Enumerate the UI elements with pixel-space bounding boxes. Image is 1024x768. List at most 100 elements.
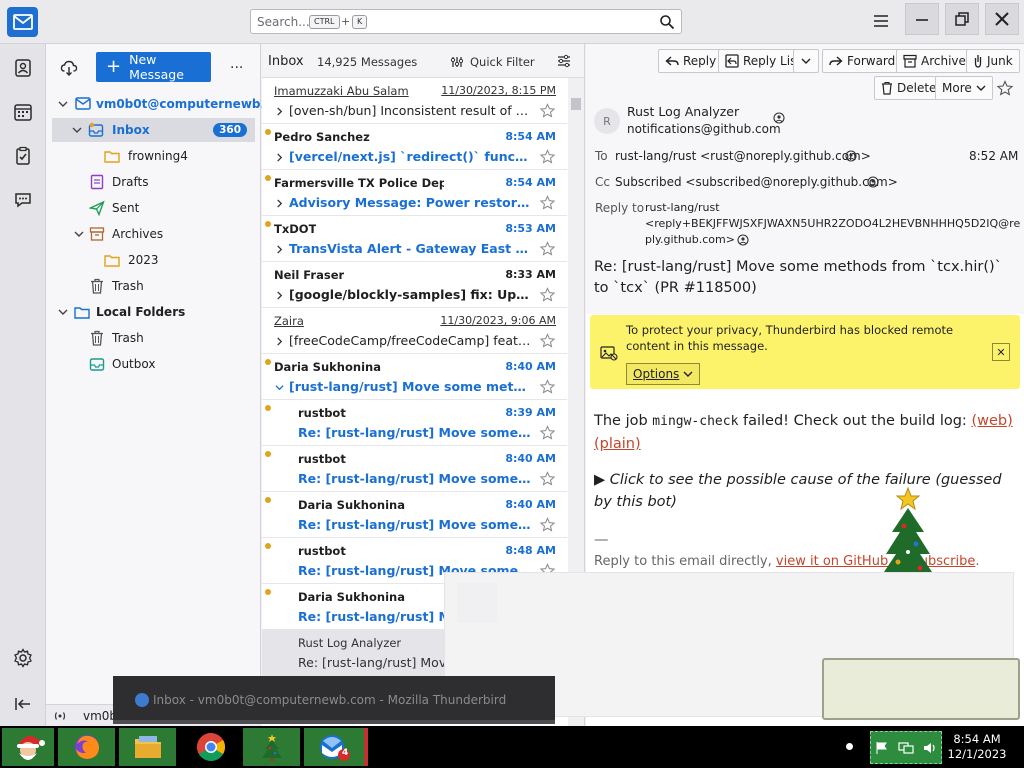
thunderbird-taskbar-button[interactable]: 4: [304, 728, 368, 766]
chrome-taskbar-button[interactable]: [182, 728, 239, 766]
start-button[interactable]: [2, 728, 54, 766]
contact-icon[interactable]: [737, 234, 749, 246]
build-log-web-link[interactable]: (web): [971, 413, 1012, 429]
settings-icon[interactable]: [11, 646, 35, 670]
folder-inbox[interactable]: Inbox 360: [52, 118, 255, 142]
message-row[interactable]: Imamuzzaki Abu Salam 11/30/2023, 8:15 PM […: [262, 78, 567, 124]
volume-icon[interactable]: [923, 741, 937, 755]
search-input[interactable]: Search... CTRL + K: [250, 9, 682, 34]
to-value[interactable]: rust-lang/rust <rust@noreply.github.com>: [615, 149, 871, 163]
contact-icon[interactable]: [867, 176, 879, 188]
star-icon[interactable]: [540, 333, 555, 348]
notice-options-button[interactable]: Options: [626, 363, 701, 385]
message-subject: Re: [rust-lang/rust] Move some met...: [298, 517, 531, 532]
network-icon[interactable]: [898, 741, 914, 755]
get-messages-icon[interactable]: [60, 59, 78, 77]
reply-to-line-1[interactable]: rust-lang/rust: [645, 201, 720, 214]
message-row[interactable]: Neil Fraser 8:33 AM [google/blockly-sample…: [262, 262, 567, 308]
chevron-right-icon[interactable]: [275, 337, 284, 346]
search-icon[interactable]: [659, 14, 675, 30]
folder-sent[interactable]: Sent: [46, 196, 261, 220]
taskbar-clock[interactable]: 8:54 AM 12/1/2023: [946, 732, 1008, 762]
chevron-right-icon[interactable]: [275, 291, 284, 300]
failure-cause-toggle[interactable]: ▶ Click to see the possible cause of the…: [594, 469, 1019, 513]
folder-trash[interactable]: Trash: [46, 274, 261, 298]
contact-icon[interactable]: [845, 150, 857, 162]
show-hidden-icons-button[interactable]: [846, 743, 853, 750]
message-sender: Pedro Sanchez: [274, 130, 370, 144]
quick-filter-button[interactable]: Quick Filter: [470, 55, 535, 69]
message-row[interactable]: TxDOT 8:53 AM TransVista Alert - Gateway E…: [262, 216, 567, 262]
thunderbird-icon: [135, 693, 149, 707]
message-row[interactable]: Pedro Sanchez 8:54 AM [vercel/next.js] `re…: [262, 124, 567, 170]
star-icon[interactable]: [540, 103, 555, 118]
folder-drafts[interactable]: Drafts: [46, 170, 261, 194]
delete-button[interactable]: Delete: [874, 76, 944, 100]
display-options-icon[interactable]: [556, 53, 572, 69]
reply-dropdown-button[interactable]: [793, 49, 819, 73]
sender-name[interactable]: Rust Log Analyzer: [627, 104, 739, 119]
archive-button[interactable]: Archive: [896, 49, 973, 73]
forward-button[interactable]: Forward: [822, 49, 903, 73]
message-row[interactable]: rustbot 8:40 AM Re: [rust-lang/rust] Move …: [262, 446, 567, 492]
file-explorer-taskbar-button[interactable]: [119, 728, 176, 766]
tasks-icon[interactable]: [11, 144, 35, 168]
folder-2023[interactable]: 2023: [46, 248, 261, 272]
star-icon[interactable]: [540, 471, 555, 486]
star-icon[interactable]: [540, 149, 555, 164]
message-row[interactable]: Zaira 11/30/2023, 9:06 AM [freeCodeCamp/fr…: [262, 308, 567, 354]
reply-to-line-3[interactable]: ply.github.com>: [645, 233, 735, 246]
message-row[interactable]: Daria Sukhonina 8:40 AM Re: [rust-lang/rus…: [262, 492, 567, 538]
message-row[interactable]: Daria Sukhonina 8:40 AM [rust-lang/rust] M…: [262, 354, 567, 400]
minimize-button[interactable]: [905, 3, 939, 35]
star-icon[interactable]: [540, 517, 555, 532]
star-icon[interactable]: [540, 241, 555, 256]
new-message-button[interactable]: + New Message: [96, 52, 211, 82]
star-icon[interactable]: [540, 287, 555, 302]
folder-local-trash[interactable]: Trash: [46, 326, 261, 350]
folder-pane-more-button[interactable]: ...: [230, 56, 243, 72]
contact-icon[interactable]: [773, 112, 785, 124]
chevron-right-icon[interactable]: [275, 199, 284, 208]
chevron-down-icon: [801, 58, 811, 64]
unread-dot-icon: [265, 175, 271, 181]
notice-close-button[interactable]: ✕: [992, 343, 1010, 361]
flag-icon[interactable]: [875, 741, 889, 755]
more-button[interactable]: More: [935, 76, 993, 100]
folder-outbox[interactable]: Outbox: [46, 352, 261, 376]
star-icon[interactable]: [540, 379, 555, 394]
message-row[interactable]: rustbot 8:39 AM Re: [rust-lang/rust] Move …: [262, 400, 567, 446]
menu-icon[interactable]: [872, 12, 890, 30]
address-book-icon[interactable]: [11, 56, 35, 80]
folder-frowning4[interactable]: frowning4: [46, 144, 261, 168]
collapse-spaces-icon[interactable]: [11, 692, 35, 716]
sender-email[interactable]: notifications@github.com: [627, 122, 781, 136]
star-icon[interactable]: [540, 425, 555, 440]
account-row[interactable]: vm0b0t@computernewb.c...: [46, 92, 286, 116]
chevron-right-icon[interactable]: [275, 245, 284, 254]
close-window-button[interactable]: [985, 3, 1019, 35]
folder-archives[interactable]: Archives: [46, 222, 261, 246]
reply-button[interactable]: Reply: [658, 49, 724, 73]
chat-icon[interactable]: [11, 188, 35, 212]
chevron-right-icon[interactable]: [275, 153, 284, 162]
chevron-right-icon[interactable]: [275, 107, 284, 116]
reply-to-line-2[interactable]: <reply+BEKJFFWJSXFJWAXN5UHR2ZODO4L2HEVBN…: [645, 217, 1020, 230]
chevron-down-icon: [72, 127, 82, 133]
cc-value[interactable]: Subscribed <subscribed@noreply.github.co…: [615, 175, 898, 189]
firefox-taskbar-button[interactable]: [58, 728, 115, 766]
online-status-icon[interactable]: [52, 709, 68, 723]
star-icon[interactable]: [997, 80, 1013, 96]
mail-app-icon[interactable]: [7, 7, 38, 37]
star-icon[interactable]: [540, 195, 555, 210]
message-row[interactable]: Farmersville TX Police Department 8:54 AM…: [262, 170, 567, 216]
calendar-icon[interactable]: [11, 100, 35, 124]
tree-taskbar-button[interactable]: [243, 728, 300, 766]
chevron-down-icon[interactable]: [275, 383, 284, 392]
taskbar-preview[interactable]: Inbox - vm0b0t@computernewb.com - Mozill…: [113, 676, 555, 724]
restore-button[interactable]: [945, 3, 979, 35]
build-log-plain-link[interactable]: (plain): [594, 436, 641, 452]
local-folders-row[interactable]: Local Folders: [46, 300, 261, 324]
scrollbar-thumb[interactable]: [571, 98, 581, 110]
junk-button[interactable]: Junk: [966, 49, 1020, 73]
